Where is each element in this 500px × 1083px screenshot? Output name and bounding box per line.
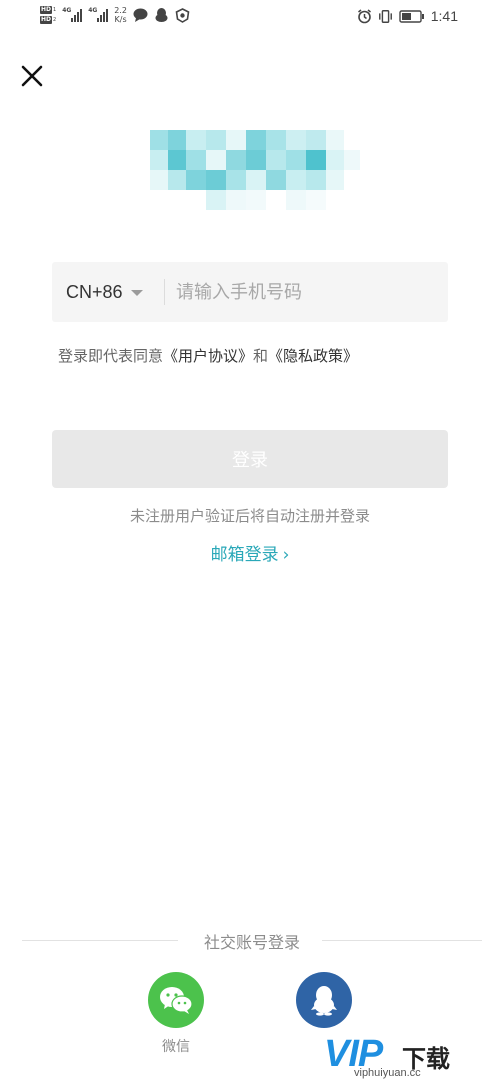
email-login-link[interactable]: 邮箱登录 › xyxy=(0,540,500,565)
status-right: 1:41 xyxy=(357,8,458,24)
shield-icon xyxy=(175,7,190,23)
hd-badge-1: HD xyxy=(40,6,53,14)
country-code-label: CN+86 xyxy=(66,281,123,302)
status-left: HD 1 HD 2 4G 4G 2.2 K/s xyxy=(40,6,190,24)
divider xyxy=(164,279,165,305)
status-time: 1:41 xyxy=(430,8,458,24)
wechat-login-button[interactable] xyxy=(148,972,204,1028)
signal-icon-1: 4G xyxy=(62,7,83,22)
qq-penguin-icon xyxy=(154,7,169,23)
vibrate-icon xyxy=(378,9,393,24)
wechat-label: 微信 xyxy=(162,1039,190,1055)
social-login-divider: 社交账号登录 xyxy=(22,929,482,953)
auto-register-note: 未注册用户验证后将自动注册并登录 xyxy=(129,507,370,525)
app-logo-pixelated xyxy=(150,130,362,210)
user-agreement-link[interactable]: 《用户协议》 xyxy=(163,347,253,365)
privacy-policy-link[interactable]: 《隐私政策》 xyxy=(268,347,358,365)
caret-down-icon xyxy=(130,290,143,296)
phone-input-row: CN+86 xyxy=(52,262,448,322)
hd-badge-2: HD xyxy=(40,16,53,24)
site-watermark-logo: VIP 下载 viphuiyuan.cc xyxy=(324,1033,450,1079)
country-code-selector[interactable]: CN+86 xyxy=(66,262,143,322)
alarm-icon xyxy=(357,8,372,24)
qq-icon xyxy=(311,986,337,1016)
hd-badges: HD 1 HD 2 xyxy=(40,6,57,24)
phone-number-input[interactable] xyxy=(176,272,436,312)
signal-icon-2: 4G xyxy=(88,7,109,22)
agreement-text: 登录即代表同意《用户协议》和《隐私政策》 xyxy=(58,347,359,365)
wechat-icon xyxy=(160,987,193,1014)
chevron-right-icon: › xyxy=(282,545,290,565)
close-button[interactable] xyxy=(20,64,44,88)
close-icon xyxy=(21,65,43,87)
login-button[interactable]: 登录 xyxy=(52,430,448,488)
battery-icon xyxy=(399,9,425,24)
status-bar: HD 1 HD 2 4G 4G 2.2 K/s 1:41 xyxy=(0,0,500,36)
speech-bubble-icon xyxy=(133,8,148,23)
social-login-title: 社交账号登录 xyxy=(203,933,300,952)
network-speed: 2.2 K/s xyxy=(114,6,127,24)
qq-login-button[interactable] xyxy=(296,972,352,1028)
